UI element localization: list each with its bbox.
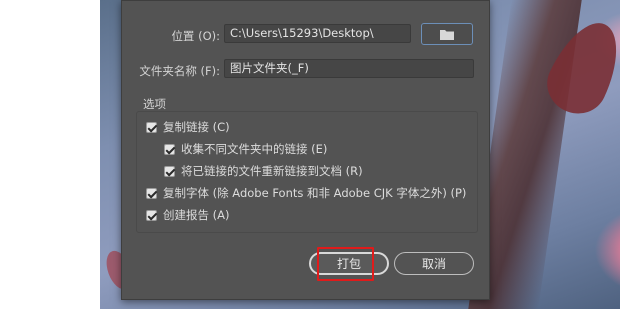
relink-label: 将已链接的文件重新链接到文档 (R) (181, 164, 363, 178)
create-report-label: 创建报告 (A) (163, 208, 230, 222)
folder-icon (440, 29, 454, 40)
relink-checkbox[interactable] (164, 165, 175, 177)
copy-fonts-checkbox[interactable] (146, 187, 157, 199)
options-group-title: 选项 (143, 97, 166, 111)
copy-fonts-option[interactable]: 复制字体 (除 Adobe Fonts 和非 Adobe CJK 字体之外) (… (146, 185, 466, 201)
copy-links-label: 复制链接 (C) (163, 120, 230, 134)
folder-name-label: 文件夹名称 (F): (139, 64, 220, 78)
location-label: 位置 (O): (171, 29, 220, 43)
relink-option[interactable]: 将已链接的文件重新链接到文档 (R) (164, 163, 363, 179)
copy-links-option[interactable]: 复制链接 (C) (146, 119, 230, 135)
copy-links-checkbox[interactable] (146, 121, 157, 133)
collect-links-checkbox[interactable] (164, 143, 175, 155)
location-input[interactable]: C:\Users\15293\Desktop\ (224, 24, 411, 43)
annotation-highlight-box (317, 247, 374, 281)
package-dialog: 位置 (O): C:\Users\15293\Desktop\ 文件夹名称 (F… (121, 0, 490, 300)
browse-folder-button[interactable] (421, 23, 473, 45)
create-report-checkbox[interactable] (146, 209, 157, 221)
collect-links-option[interactable]: 收集不同文件夹中的链接 (E) (164, 141, 327, 157)
copy-fonts-label: 复制字体 (除 Adobe Fonts 和非 Adobe CJK 字体之外) (… (163, 186, 467, 200)
folder-name-input[interactable]: 图片文件夹(_F) (224, 59, 474, 78)
dialog-top-edge (122, 1, 489, 9)
collect-links-label: 收集不同文件夹中的链接 (E) (181, 142, 328, 156)
cancel-button[interactable]: 取消 (394, 252, 474, 275)
create-report-option[interactable]: 创建报告 (A) (146, 207, 230, 223)
